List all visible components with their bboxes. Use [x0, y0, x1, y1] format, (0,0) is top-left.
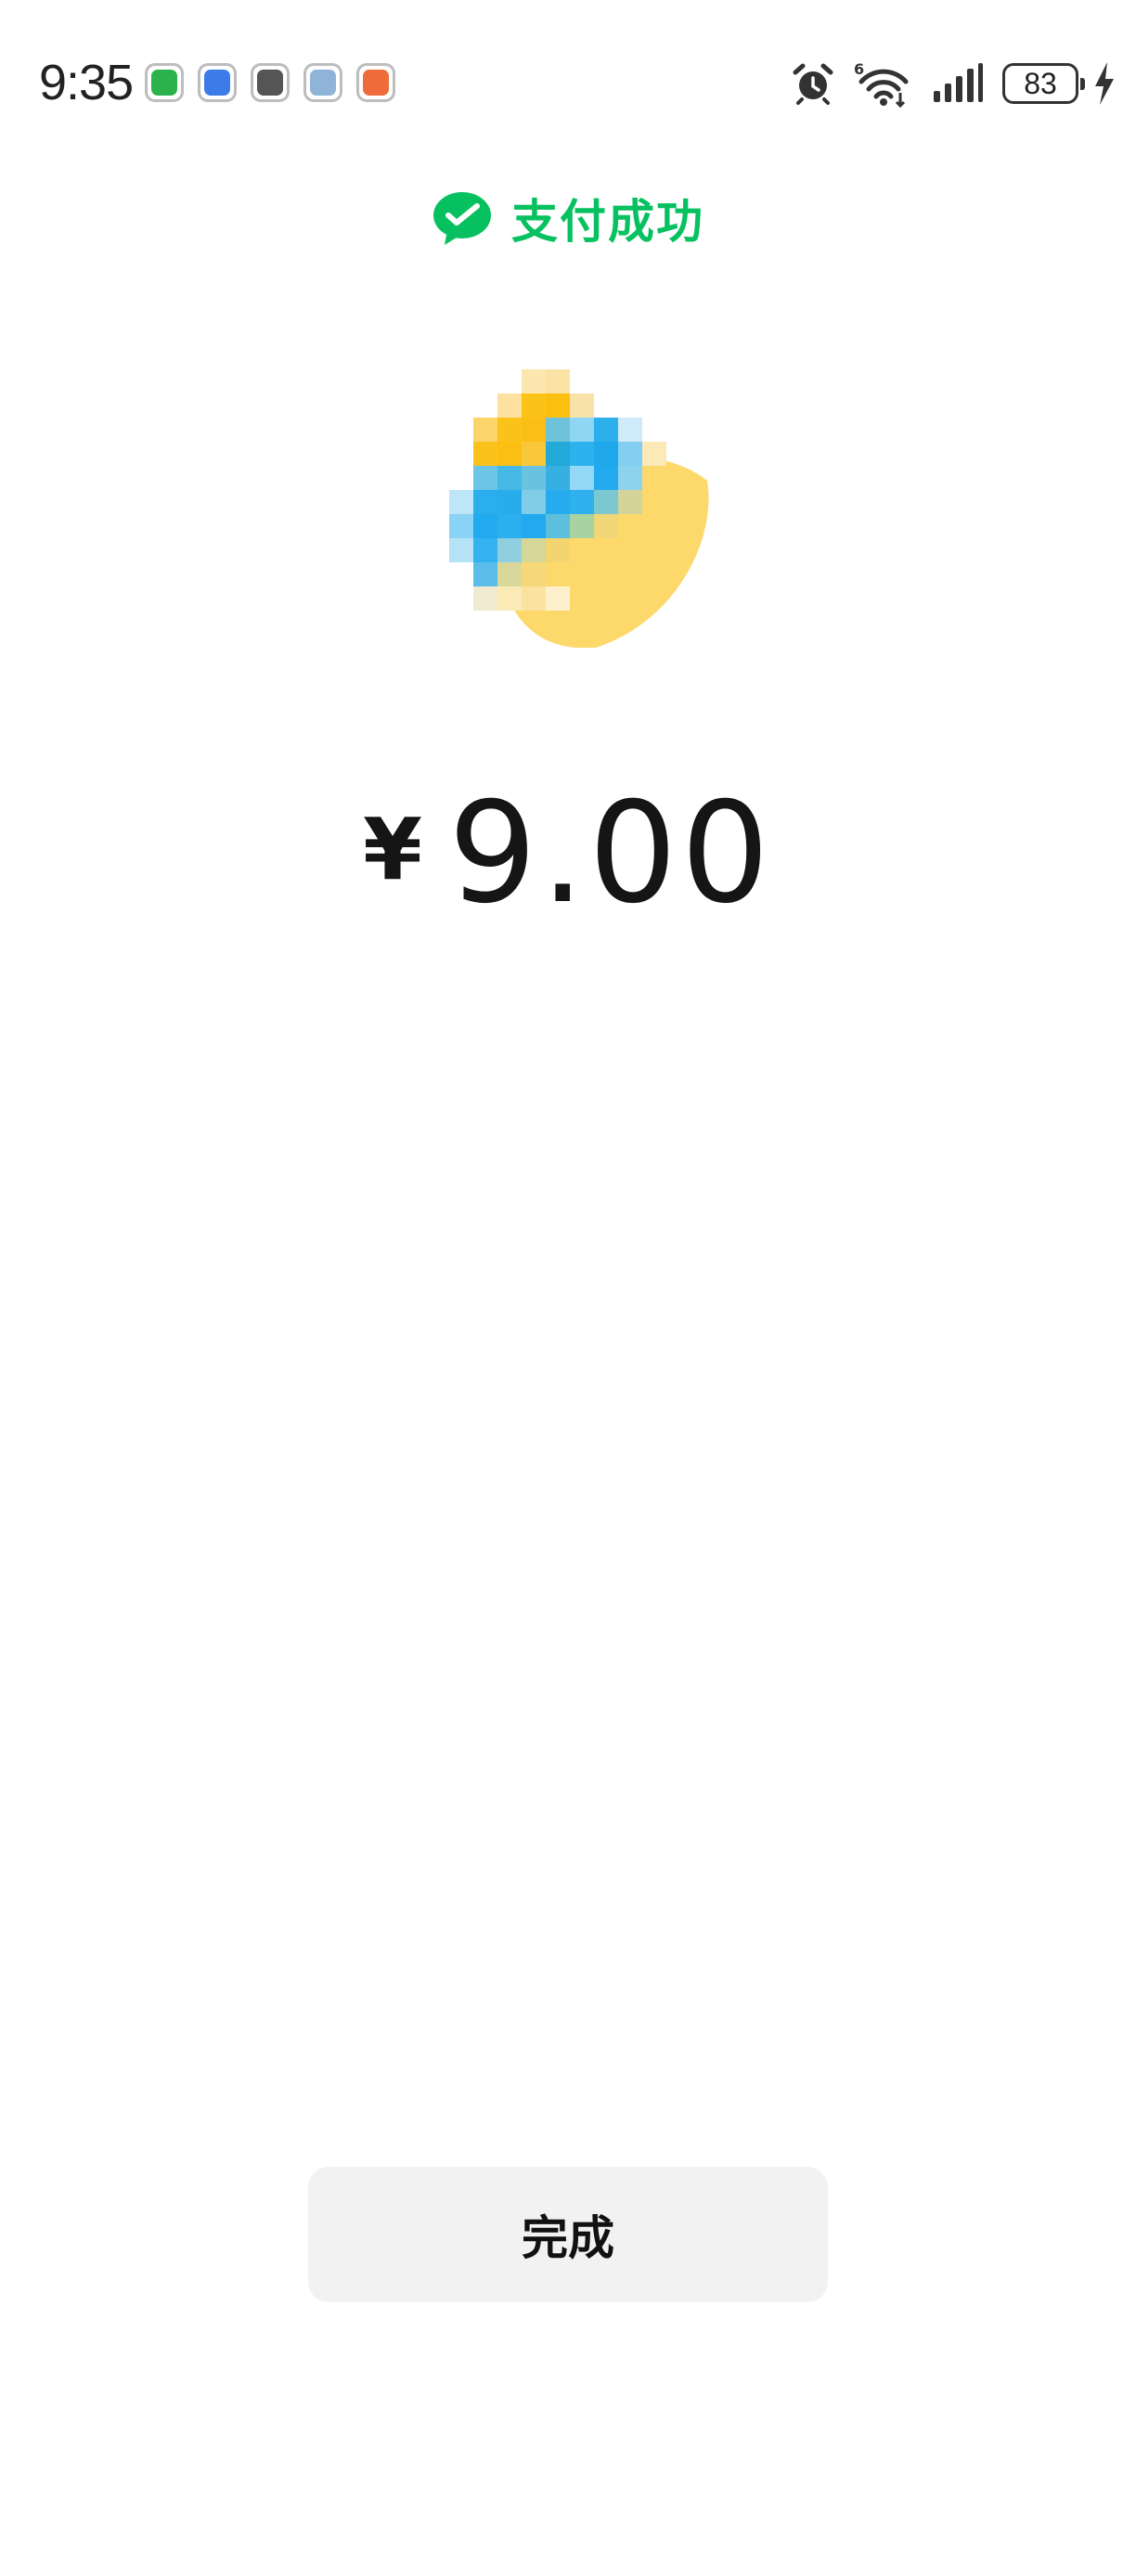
merchant-avatar: [438, 341, 716, 649]
notification-icons: [145, 63, 395, 102]
wifi-6-icon: 6: [854, 60, 909, 108]
amount-value: 9.00: [448, 773, 773, 934]
page-title: 支付成功: [511, 195, 704, 249]
currency-symbol: ¥: [363, 799, 423, 899]
browser-notif-icon: [303, 63, 342, 102]
payment-amount: ¥ 9.00: [0, 773, 1136, 934]
signal-icon: [934, 63, 983, 102]
done-button[interactable]: 完成: [308, 2167, 828, 2302]
svg-text:6: 6: [854, 60, 864, 78]
clock-notif-icon: [198, 63, 237, 102]
charging-icon: [1095, 62, 1114, 105]
wechat-pay-icon: [433, 192, 491, 245]
status-bar: 9:35 6 83: [0, 0, 1136, 167]
status-time: 9:35: [39, 55, 134, 110]
payment-success-header: 支付成功: [0, 186, 1136, 251]
alarm-icon: [793, 63, 833, 105]
wechat-notif-icon: [145, 63, 184, 102]
app2-notif-icon: [356, 63, 395, 102]
battery-indicator: 83: [1002, 63, 1085, 104]
app-notif-icon: [251, 63, 290, 102]
battery-level: 83: [1024, 66, 1057, 100]
system-icons: 6 83: [791, 58, 1116, 109]
